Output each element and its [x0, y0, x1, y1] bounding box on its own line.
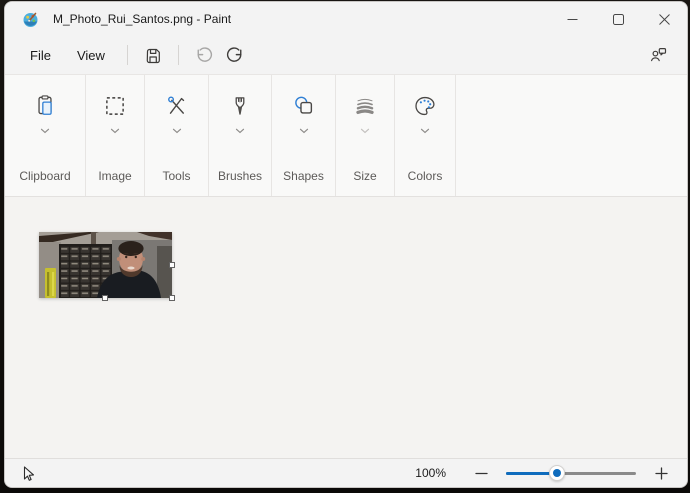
maximize-button[interactable]: [595, 2, 641, 36]
palette-icon: [415, 96, 435, 116]
canvas-area[interactable]: [5, 197, 687, 458]
paint-window: M_Photo_Rui_Santos.png - Paint File View: [4, 1, 688, 488]
ribbon-label-shapes: Shapes: [283, 169, 324, 183]
window-title: M_Photo_Rui_Santos.png - Paint: [53, 12, 232, 26]
pointer-cursor-icon: [23, 465, 35, 481]
redo-button[interactable]: [220, 41, 252, 69]
ribbon-label-brushes: Brushes: [217, 169, 263, 183]
close-button[interactable]: [641, 2, 687, 36]
zoom-level: 100%: [415, 466, 446, 480]
ribbon-label-size: Size: [353, 169, 377, 183]
chevron-down-icon[interactable]: [172, 128, 182, 134]
ribbon-section-tools[interactable]: Tools: [145, 75, 208, 196]
ribbon-section-shapes[interactable]: Shapes: [272, 75, 335, 196]
plus-icon: [654, 466, 668, 480]
photo-of-man-in-workshop: [39, 232, 172, 298]
undo-button[interactable]: [188, 41, 220, 69]
ribbon-toolbar: Clipboard Image Tools Brushes Shapes Siz…: [5, 74, 687, 197]
circle-square-icon: [294, 96, 312, 114]
zoom-slider[interactable]: [506, 465, 636, 481]
line-weight-icon: [356, 99, 374, 115]
selection-handle-right[interactable]: [169, 262, 175, 268]
chevron-down-icon[interactable]: [420, 128, 430, 134]
zoom-in-button[interactable]: [650, 462, 672, 484]
menu-view[interactable]: View: [64, 43, 118, 68]
feedback-icon: [651, 47, 667, 62]
chevron-down-icon[interactable]: [299, 128, 309, 134]
clipboard-icon: [38, 95, 52, 115]
menu-file[interactable]: File: [17, 43, 64, 68]
minus-icon: [474, 472, 488, 474]
ribbon-label-colors: Colors: [407, 169, 443, 183]
selection-handle-bottom-right[interactable]: [169, 295, 175, 301]
chevron-down-icon[interactable]: [40, 128, 50, 134]
selection-handle-bottom[interactable]: [102, 295, 108, 301]
chevron-down-icon[interactable]: [235, 128, 245, 134]
minimize-button[interactable]: [549, 2, 595, 36]
paintbrush-icon: [235, 97, 245, 115]
crossed-pens-icon: [167, 96, 184, 114]
ribbon-section-clipboard[interactable]: Clipboard: [5, 75, 85, 196]
ribbon-section-brushes[interactable]: Brushes: [209, 75, 271, 196]
chevron-down-icon[interactable]: [360, 128, 370, 134]
redo-icon: [227, 46, 242, 62]
ribbon-section-size[interactable]: Size: [336, 75, 394, 196]
ribbon-section-colors[interactable]: Colors: [395, 75, 455, 196]
zoom-slider-thumb[interactable]: [548, 465, 565, 481]
paint-app-icon: [23, 12, 38, 27]
ribbon-label-image: Image: [98, 169, 132, 183]
minimize-icon: [567, 18, 577, 20]
ribbon-section-image[interactable]: Image: [86, 75, 144, 196]
statusbar: 100%: [5, 458, 687, 487]
titlebar: M_Photo_Rui_Santos.png - Paint: [5, 2, 687, 36]
chevron-down-icon[interactable]: [110, 128, 120, 134]
undo-icon: [197, 46, 213, 62]
ribbon-divider: [455, 75, 456, 196]
maximize-icon: [612, 13, 624, 25]
selection-rectangle-icon: [106, 97, 124, 115]
save-icon: [146, 48, 160, 64]
save-button[interactable]: [137, 41, 169, 69]
ribbon-label-tools: Tools: [162, 169, 191, 183]
canvas-photo[interactable]: [39, 232, 172, 298]
menubar: File View: [5, 36, 687, 74]
feedback-button[interactable]: [642, 41, 674, 69]
close-icon: [658, 13, 670, 25]
window-controls: [549, 2, 687, 36]
menubar-divider: [126, 45, 128, 65]
ribbon-label-clipboard: Clipboard: [19, 169, 71, 183]
menubar-divider: [177, 45, 179, 65]
zoom-out-button[interactable]: [470, 462, 492, 484]
zoom-controls: 100%: [415, 462, 672, 484]
